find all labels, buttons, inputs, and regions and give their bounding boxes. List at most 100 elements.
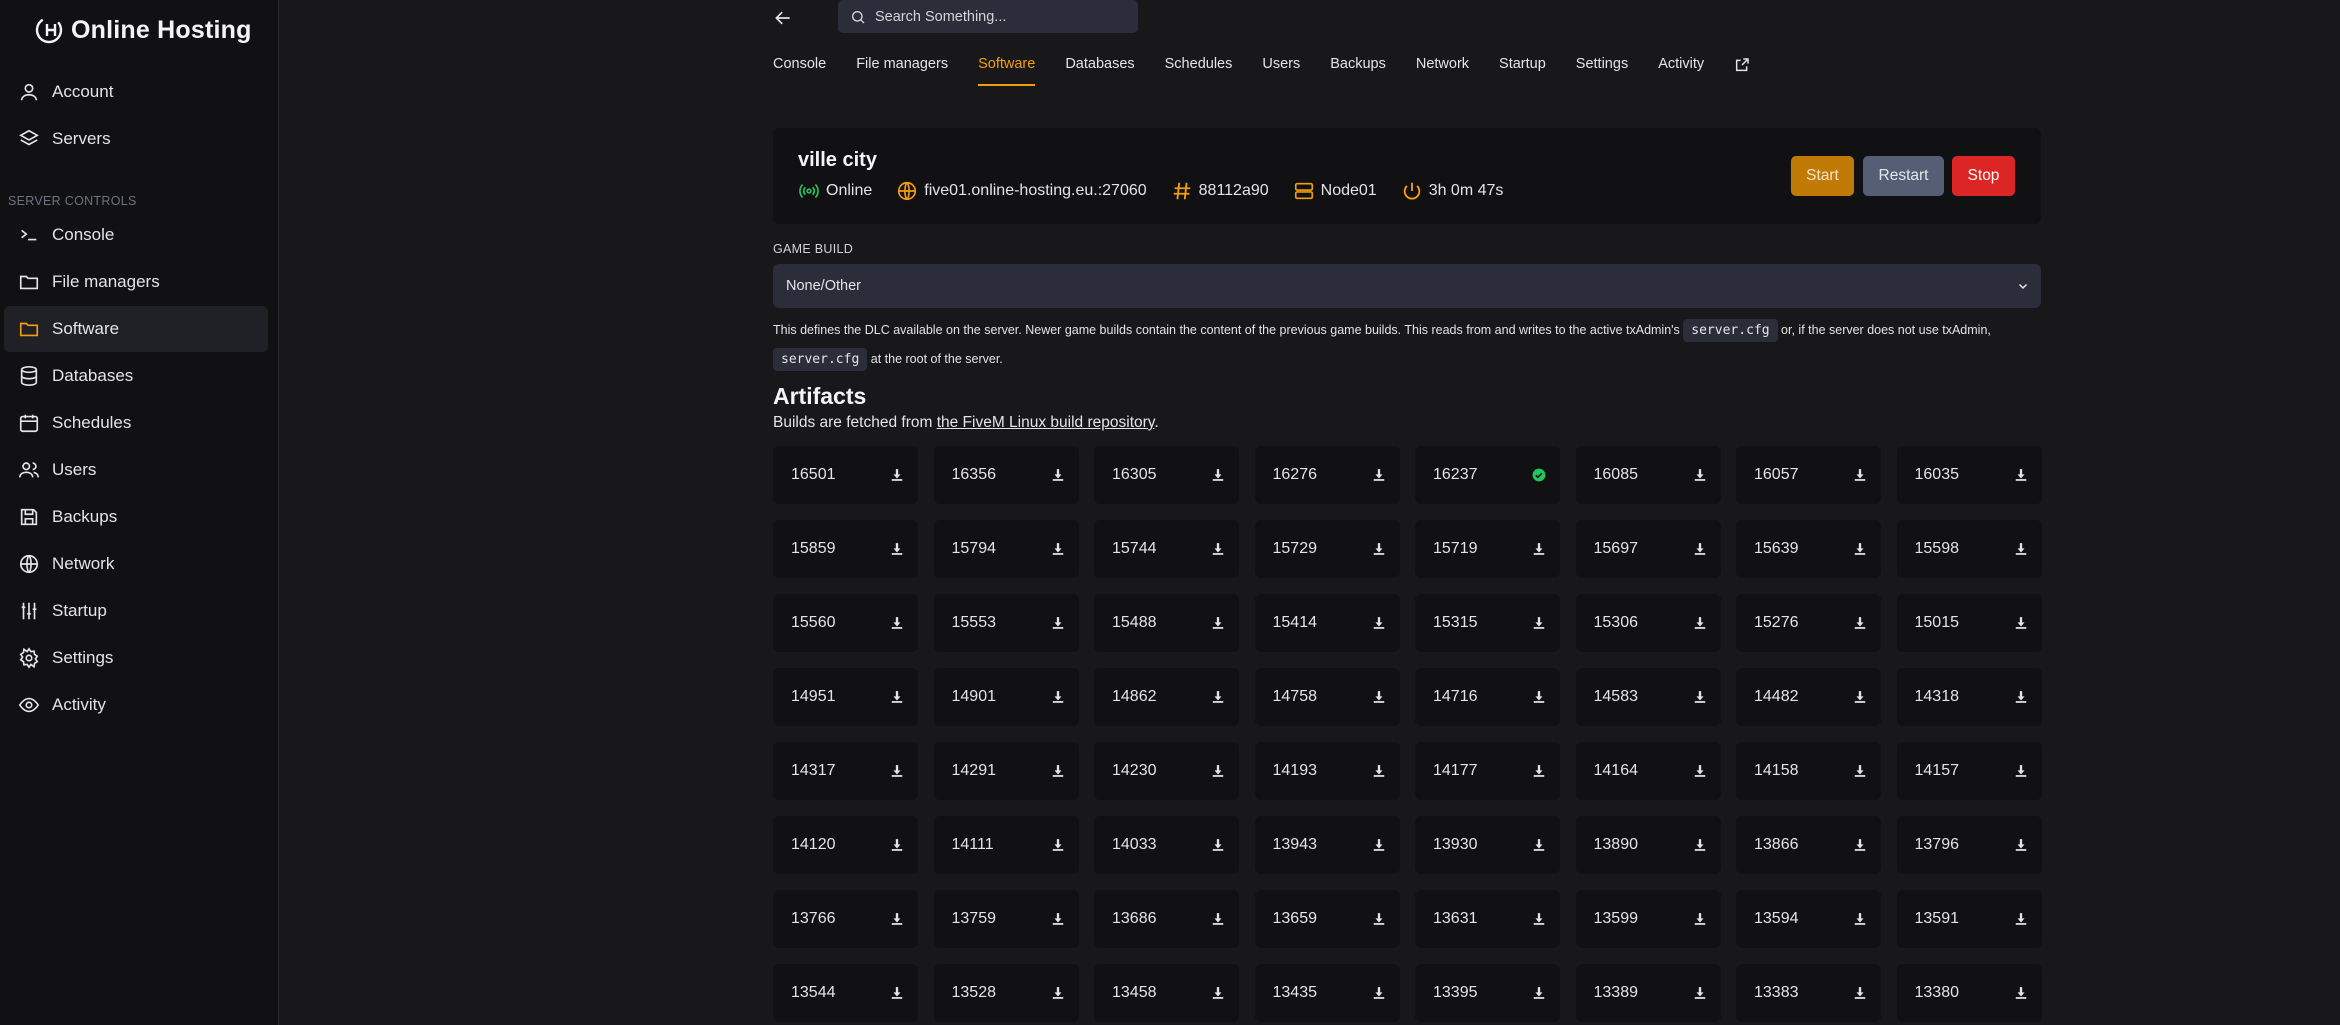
artifact-build-tile[interactable]: 14901 [933,668,1079,726]
artifact-build-tile[interactable]: 14758 [1254,668,1400,726]
artifact-build-tile[interactable]: 14951 [773,668,918,726]
download-icon[interactable] [2014,912,2028,926]
artifact-build-tile[interactable]: 15598 [1896,520,2042,578]
artifact-build-tile[interactable]: 13544 [773,964,918,1022]
download-icon[interactable] [2014,468,2028,482]
download-icon[interactable] [1532,838,1546,852]
download-icon[interactable] [1211,838,1225,852]
download-icon[interactable] [1372,912,1386,926]
sidebar-item-users[interactable]: Users [4,447,268,493]
artifact-build-tile[interactable]: 14158 [1736,742,1881,800]
tab-settings[interactable]: Settings [1576,56,1628,90]
download-icon[interactable] [890,986,904,1000]
download-icon[interactable] [1372,838,1386,852]
tab-software[interactable]: Software [978,56,1036,90]
artifact-build-tile[interactable]: 14230 [1094,742,1239,800]
download-icon[interactable] [1853,616,1867,630]
artifact-build-tile[interactable]: 14157 [1896,742,2042,800]
artifact-build-tile[interactable]: 15315 [1415,594,1560,652]
artifact-build-tile[interactable]: 13528 [933,964,1079,1022]
download-icon[interactable] [1853,912,1867,926]
sidebar-item-console[interactable]: Console [4,212,268,258]
artifact-build-tile[interactable]: 14482 [1736,668,1881,726]
download-icon[interactable] [1211,986,1225,1000]
sidebar-item-servers[interactable]: Servers [4,116,268,162]
download-icon[interactable] [1853,838,1867,852]
download-icon[interactable] [1372,764,1386,778]
download-icon[interactable] [1532,986,1546,1000]
tab-backups[interactable]: Backups [1330,56,1386,90]
artifact-build-tile[interactable]: 15794 [933,520,1079,578]
artifact-build-tile[interactable]: 13458 [1094,964,1239,1022]
download-icon[interactable] [1211,690,1225,704]
download-icon[interactable] [1693,542,1707,556]
download-icon[interactable] [2014,986,2028,1000]
download-icon[interactable] [1211,616,1225,630]
download-icon[interactable] [2014,542,2028,556]
sidebar-item-settings[interactable]: Settings [4,635,268,681]
download-icon[interactable] [1693,912,1707,926]
artifact-build-tile[interactable]: 13796 [1896,816,2042,874]
artifact-build-tile[interactable]: 14291 [933,742,1079,800]
artifact-build-tile[interactable]: 13591 [1896,890,2042,948]
download-icon[interactable] [890,764,904,778]
artifact-build-tile[interactable]: 15414 [1254,594,1400,652]
artifact-build-tile[interactable]: 14862 [1094,668,1239,726]
download-icon[interactable] [1372,986,1386,1000]
artifact-build-tile[interactable]: 14193 [1254,742,1400,800]
download-icon[interactable] [1051,542,1065,556]
artifact-build-tile[interactable]: 14317 [773,742,918,800]
artifact-build-tile[interactable]: 14111 [933,816,1079,874]
artifact-build-tile[interactable]: 13594 [1736,890,1881,948]
artifact-build-tile[interactable]: 13890 [1575,816,1721,874]
stop-button[interactable]: Stop [1952,156,2015,196]
download-icon[interactable] [1853,986,1867,1000]
tab-file-managers[interactable]: File managers [856,56,948,90]
download-icon[interactable] [2014,690,2028,704]
tab-network[interactable]: Network [1416,56,1469,90]
download-icon[interactable] [890,616,904,630]
artifact-build-tile[interactable]: 13659 [1254,890,1400,948]
search-input[interactable] [875,8,1115,25]
artifact-build-tile[interactable]: 14177 [1415,742,1560,800]
artifact-build-tile[interactable]: 13380 [1896,964,2042,1022]
download-icon[interactable] [1532,690,1546,704]
download-icon[interactable] [1532,912,1546,926]
download-icon[interactable] [1532,764,1546,778]
download-icon[interactable] [1372,690,1386,704]
sidebar-item-databases[interactable]: Databases [4,353,268,399]
download-icon[interactable] [1211,764,1225,778]
download-icon[interactable] [2014,616,2028,630]
artifact-build-tile[interactable]: 16501 [773,446,918,504]
artifact-build-tile[interactable]: 14164 [1575,742,1721,800]
artifact-build-tile[interactable]: 16085 [1575,446,1721,504]
artifact-build-tile[interactable]: 14583 [1575,668,1721,726]
download-icon[interactable] [1051,838,1065,852]
sidebar-item-activity[interactable]: Activity [4,682,268,728]
download-icon[interactable] [1693,986,1707,1000]
sidebar-item-network[interactable]: Network [4,541,268,587]
download-icon[interactable] [1372,542,1386,556]
sidebar-item-software[interactable]: Software [4,306,268,352]
download-icon[interactable] [2014,764,2028,778]
artifact-build-tile[interactable]: 15306 [1575,594,1721,652]
artifact-build-tile[interactable]: 15729 [1254,520,1400,578]
artifact-build-tile[interactable]: 15697 [1575,520,1721,578]
download-icon[interactable] [1853,468,1867,482]
download-icon[interactable] [890,838,904,852]
download-icon[interactable] [1693,838,1707,852]
back-button[interactable] [770,5,796,31]
artifact-build-tile[interactable]: 14716 [1415,668,1560,726]
artifact-build-tile[interactable]: 13943 [1254,816,1400,874]
search-bar[interactable] [838,0,1138,33]
artifact-build-tile[interactable]: 13389 [1575,964,1721,1022]
tab-schedules[interactable]: Schedules [1165,56,1233,90]
artifact-build-tile[interactable]: 14120 [773,816,918,874]
sidebar-item-file-managers[interactable]: File managers [4,259,268,305]
artifact-build-tile[interactable]: 13435 [1254,964,1400,1022]
download-icon[interactable] [1693,764,1707,778]
artifact-build-tile[interactable]: 15488 [1094,594,1239,652]
artifact-build-tile[interactable]: 16276 [1254,446,1400,504]
download-icon[interactable] [890,912,904,926]
start-button[interactable]: Start [1791,156,1854,196]
